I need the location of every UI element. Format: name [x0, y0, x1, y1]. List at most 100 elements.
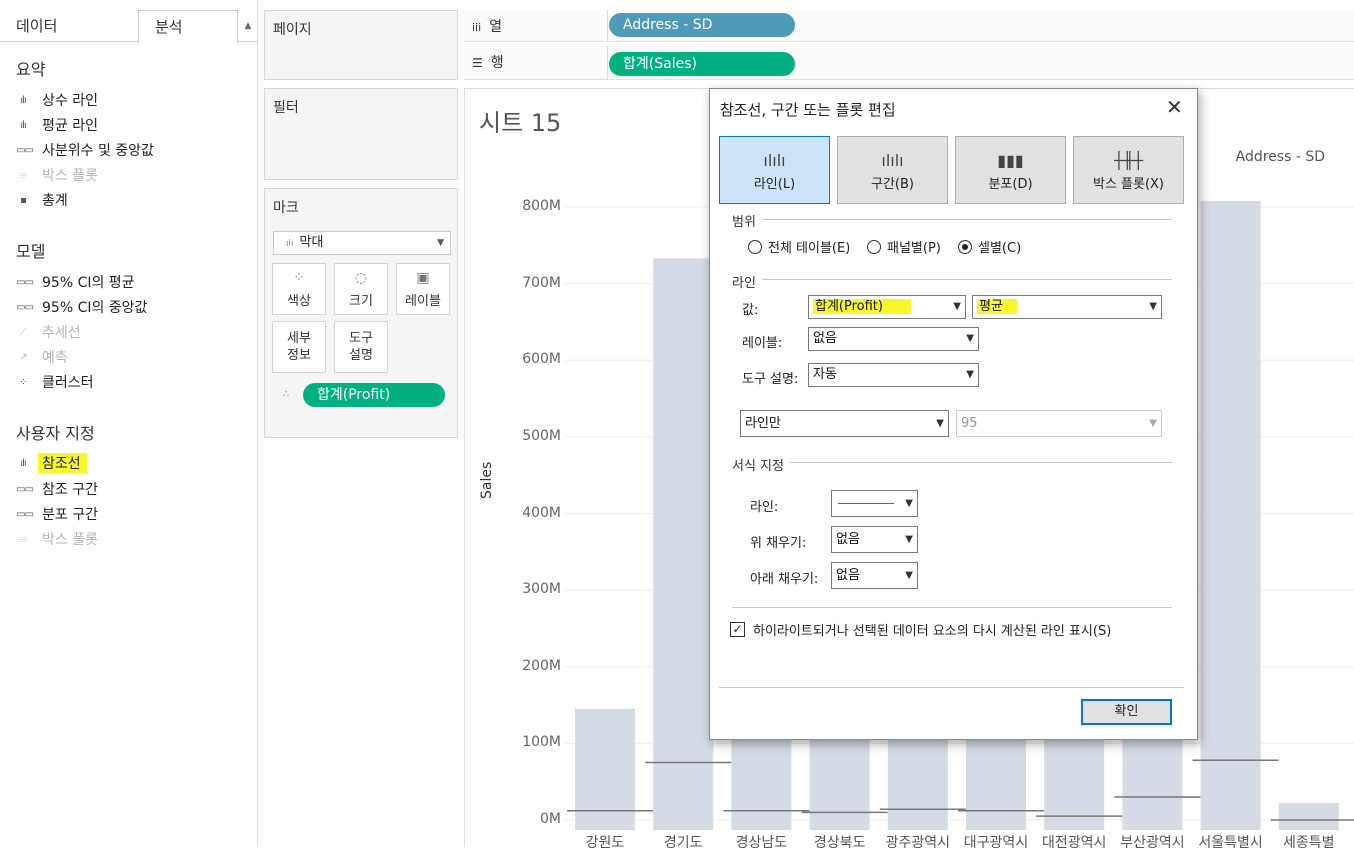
- reference-line-icon: ılı: [20, 457, 26, 469]
- reference-line-dialog: 참조선, 구간 또는 플롯 편집 ✕ ılılı 라인(L) ılılı 구간(B)…: [709, 88, 1198, 740]
- tooltip-select[interactable]: 자동 ▼: [808, 363, 979, 387]
- label-button[interactable]: ▣ 레이블: [396, 263, 450, 315]
- tooltip-button[interactable]: 도구 설명: [334, 321, 388, 373]
- cluster-item[interactable]: ⁘ 클러스터: [16, 371, 93, 393]
- sales-row-pill[interactable]: 합계(Sales): [609, 52, 795, 76]
- reference-band-item[interactable]: ▭▭ 참조 구간: [16, 478, 98, 500]
- bar[interactable]: [575, 708, 635, 830]
- scope-per-pane-radio[interactable]: 패널별(P): [867, 237, 941, 256]
- format-group-label: 서식 지정: [732, 455, 790, 474]
- bar[interactable]: [1278, 803, 1339, 830]
- fill-above-select[interactable]: 없음 ▼: [831, 526, 918, 553]
- rows-shelf[interactable]: ☰ 행 합계(Sales): [464, 46, 1354, 80]
- band-icon: ▭▭: [16, 508, 34, 520]
- reference-line-item[interactable]: ılı 참조선: [16, 452, 87, 474]
- x-tick-label: 대구광역시: [964, 835, 1028, 848]
- forecast-item: ↗ 예측: [16, 346, 67, 368]
- close-icon[interactable]: ✕: [1166, 95, 1183, 119]
- tab-data[interactable]: 데이터: [16, 10, 57, 42]
- line-type-button[interactable]: ılılı 라인(L): [719, 136, 830, 204]
- x-tick-label: 경기도: [664, 835, 703, 848]
- columns-shelf[interactable]: iii 열 Address - SD: [464, 10, 1354, 42]
- fill-below-select[interactable]: 없음 ▼: [831, 562, 918, 589]
- scope-divider: [732, 219, 1172, 220]
- totals-item[interactable]: ▪ 총계: [16, 189, 68, 211]
- pane-menu-icon[interactable]: ▲: [238, 10, 258, 42]
- y-axis: 0M 100M 200M 300M 400M 500M 600M 700M 800M: [495, 89, 561, 848]
- pane-tabs: 데이터 분석 ▲: [0, 10, 258, 43]
- detail-button[interactable]: 세부 정보: [272, 321, 326, 373]
- color-button[interactable]: ⁘ 색상: [272, 263, 326, 315]
- rows-icon: ☰: [472, 56, 483, 70]
- custom-box-plot-item: ⌯ 박스 플롯: [16, 528, 98, 550]
- recalc-divider: [732, 607, 1172, 608]
- x-tick-label: 광주광역시: [886, 835, 950, 848]
- y-tick-label: 100M: [522, 734, 561, 751]
- marks-card: 마크 ılı 막대 ▼ ⁘ 색상 ◌ 크기 ▣ 레이블 세부 정보 도구 설명 ∴ 합계…: [264, 188, 458, 438]
- reference-line-icon: ılı: [20, 94, 26, 106]
- radio-dot: [748, 239, 762, 254]
- ok-button[interactable]: 확인: [1081, 699, 1172, 725]
- box-plot-icon: ⌯: [19, 169, 28, 181]
- band-icon: ▭▭: [16, 483, 34, 495]
- line-style-select[interactable]: ▼: [831, 490, 918, 517]
- chevron-down-icon: ▼: [905, 498, 913, 509]
- distribution-band-item[interactable]: ▭▭ 분포 구간: [16, 503, 98, 525]
- radio-dot-selected: [958, 239, 972, 254]
- distribution-type-button[interactable]: ▮▮▮ 분포(D): [955, 136, 1066, 204]
- chevron-down-icon: ▼: [953, 301, 961, 312]
- tab-analysis[interactable]: 분석: [138, 10, 238, 43]
- box-plot-type-button[interactable]: ┼╫┼ 박스 플롯(X): [1073, 136, 1184, 204]
- size-icon: ◌: [354, 270, 368, 286]
- bar[interactable]: [1200, 200, 1261, 830]
- label-label: 레이블:: [742, 336, 783, 351]
- bar[interactable]: [653, 258, 714, 830]
- scope-entire-table-radio[interactable]: 전체 테이블(E): [748, 237, 850, 256]
- x-tick-label: 서울특별시: [1198, 835, 1262, 848]
- analysis-pane: 데이터 분석 ▲ 요약 ılı 상수 라인 ılı 평균 라인 ▭▭ 사분위수 및 중…: [0, 0, 258, 847]
- chevron-down-icon: ▼: [936, 418, 944, 429]
- trend-line-icon: ⟋: [20, 326, 27, 338]
- value-aggregation-select[interactable]: 평균 ▼: [972, 295, 1162, 319]
- band-type-button[interactable]: ılılı 구간(B): [837, 136, 948, 204]
- y-tick-label: 700M: [522, 274, 561, 291]
- value-field-select[interactable]: 합계(Profit) ▼: [808, 295, 966, 319]
- pages-card[interactable]: 페이지: [264, 10, 458, 80]
- band-icon: ▭▭: [16, 301, 34, 313]
- chevron-down-icon: ▼: [905, 534, 913, 545]
- line-divider: [732, 279, 1172, 280]
- line-only-select[interactable]: 라인만 ▼: [740, 410, 949, 437]
- ci-median-item[interactable]: ▭▭ 95% CI의 중앙값: [16, 296, 147, 318]
- line-group-label: 라인: [732, 272, 762, 291]
- bar-chart-icon: ılı: [286, 239, 294, 249]
- mark-type-dropdown[interactable]: ılı 막대 ▼: [273, 231, 451, 255]
- band-icon: ▭▭: [16, 144, 34, 156]
- size-button[interactable]: ◌ 크기: [334, 263, 388, 315]
- distribution-type-icon: ▮▮▮: [997, 151, 1024, 170]
- x-tick-label: 부산광역시: [1120, 835, 1184, 848]
- custom-header: 사용자 지정: [16, 424, 95, 443]
- fill-above-label: 위 채우기:: [750, 536, 807, 551]
- ci-average-item[interactable]: ▭▭ 95% CI의 평균: [16, 271, 135, 293]
- label-select[interactable]: 없음 ▼: [808, 327, 979, 351]
- constant-line-item[interactable]: ılı 상수 라인: [16, 89, 98, 111]
- chevron-down-icon: ▼: [966, 369, 974, 380]
- address-column-pill[interactable]: Address - SD: [609, 13, 795, 37]
- box-plot-item: ⌯ 박스 플롯: [16, 164, 98, 186]
- footer-divider: [719, 687, 1184, 688]
- x-tick-label: 세종특별: [1283, 835, 1335, 848]
- summary-header: 요약: [16, 60, 46, 79]
- profit-mark-pill[interactable]: 합계(Profit): [303, 383, 445, 407]
- detail-icon: ∴: [283, 389, 290, 400]
- quartile-median-item[interactable]: ▭▭ 사분위수 및 중앙값: [16, 139, 154, 161]
- model-header: 모델: [16, 242, 46, 261]
- x-tick-label: 강원도: [586, 835, 625, 848]
- filters-card[interactable]: 필터: [264, 88, 458, 180]
- chevron-down-icon: ▼: [966, 333, 974, 344]
- chevron-down-icon: ▼: [1149, 418, 1157, 429]
- scope-per-cell-radio[interactable]: 셀별(C): [958, 237, 1021, 256]
- average-line-item[interactable]: ılı 평균 라인: [16, 114, 98, 136]
- trend-line-item: ⟋ 추세선: [16, 321, 81, 343]
- color-icon: ⁘: [293, 270, 305, 286]
- recalc-checkbox[interactable]: ✓ 하이라이트되거나 선택된 데이터 요소의 다시 계산된 라인 표시(S): [730, 620, 1111, 639]
